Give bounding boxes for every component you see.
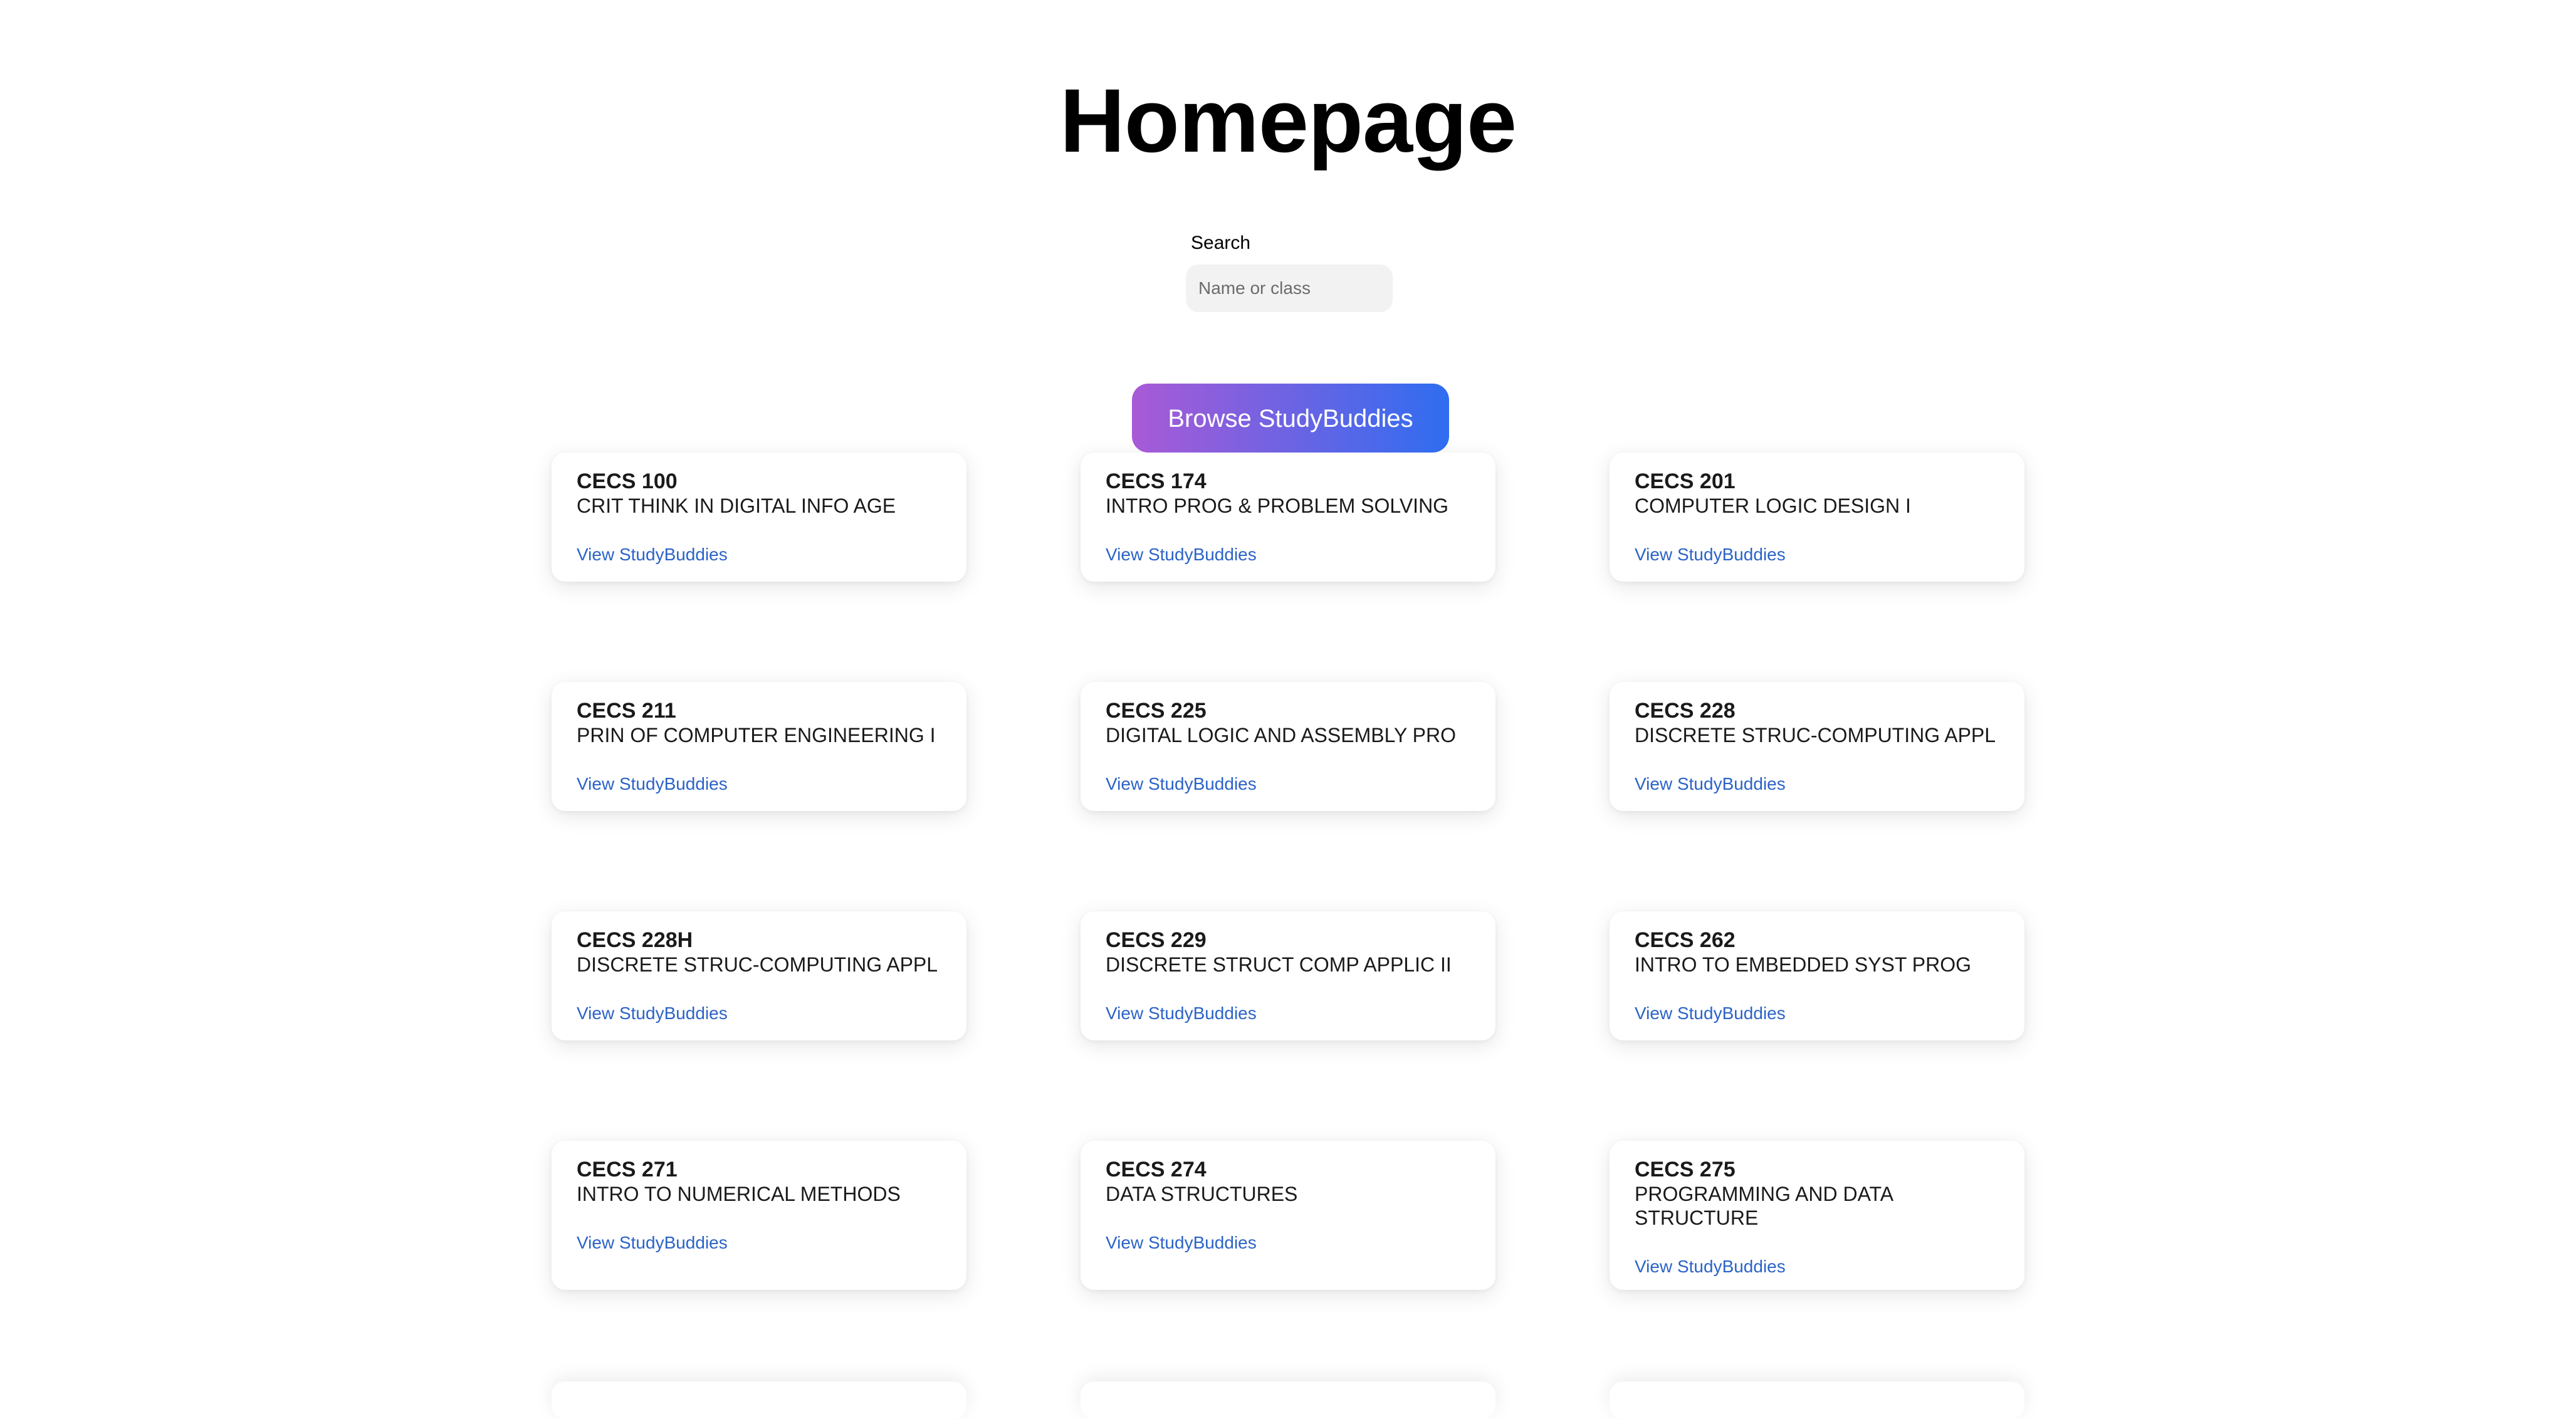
view-studybuddies-link[interactable]: View StudyBuddies <box>1635 1256 1786 1277</box>
course-name: PRIN OF COMPUTER ENGINEERING I <box>577 724 936 746</box>
course-name: INTRO PROG & PROBLEM SOLVING <box>1106 495 1449 517</box>
course-name: DATA STRUCTURES <box>1106 1183 1298 1205</box>
course-card: CECS 262 INTRO TO EMBEDDED SYST PROG Vie… <box>1610 911 2024 1040</box>
view-studybuddies-link[interactable]: View StudyBuddies <box>1635 1003 1786 1024</box>
view-studybuddies-link[interactable]: View StudyBuddies <box>1106 1003 1257 1024</box>
course-code: CECS 201 <box>1635 469 1736 493</box>
course-card: CECS 274 DATA STRUCTURES View StudyBuddi… <box>1081 1141 1495 1290</box>
browse-studybuddies-button[interactable]: Browse StudyBuddies <box>1132 384 1449 453</box>
course-card-partial <box>1610 1381 2024 1419</box>
course-card: CECS 271 INTRO TO NUMERICAL METHODS View… <box>552 1141 966 1290</box>
course-code: CECS 275 <box>1635 1158 1736 1181</box>
course-name: DISCRETE STRUC-COMPUTING APPL <box>1635 724 1996 746</box>
course-card: CECS 228H DISCRETE STRUC-COMPUTING APPL … <box>552 911 966 1040</box>
course-name: DISCRETE STRUCT COMP APPLIC II <box>1106 953 1452 976</box>
course-name: INTRO TO EMBEDDED SYST PROG <box>1635 953 1971 976</box>
course-card: CECS 174 INTRO PROG & PROBLEM SOLVING Vi… <box>1081 453 1495 582</box>
course-name: DISCRETE STRUC-COMPUTING APPL <box>577 953 938 976</box>
view-studybuddies-link[interactable]: View StudyBuddies <box>577 773 728 795</box>
course-code: CECS 100 <box>577 469 678 493</box>
view-studybuddies-link[interactable]: View StudyBuddies <box>1106 1232 1257 1254</box>
search-label: Search <box>1191 233 1251 253</box>
course-code: CECS 225 <box>1106 699 1207 723</box>
course-card: CECS 275 PROGRAMMING AND DATA STRUCTURE … <box>1610 1141 2024 1290</box>
course-code: CECS 211 <box>577 699 676 723</box>
course-code: CECS 262 <box>1635 928 1736 952</box>
course-code: CECS 174 <box>1106 469 1207 493</box>
course-name: COMPUTER LOGIC DESIGN I <box>1635 495 1911 517</box>
partially-visible-card-row <box>552 1381 2024 1419</box>
course-card: CECS 229 DISCRETE STRUCT COMP APPLIC II … <box>1081 911 1495 1040</box>
search-input[interactable] <box>1186 264 1393 312</box>
course-name: DIGITAL LOGIC AND ASSEMBLY PRO <box>1106 724 1456 746</box>
view-studybuddies-link[interactable]: View StudyBuddies <box>1106 773 1257 795</box>
course-name: PROGRAMMING AND DATA STRUCTURE <box>1635 1183 1893 1229</box>
course-grid: CECS 100 CRIT THINK IN DIGITAL INFO AGE … <box>552 453 2024 1290</box>
course-code: CECS 229 <box>1106 928 1207 952</box>
view-studybuddies-link[interactable]: View StudyBuddies <box>1106 544 1257 565</box>
view-studybuddies-link[interactable]: View StudyBuddies <box>1635 773 1786 795</box>
course-card: CECS 225 DIGITAL LOGIC AND ASSEMBLY PRO … <box>1081 682 1495 811</box>
course-card: CECS 201 COMPUTER LOGIC DESIGN I View St… <box>1610 453 2024 582</box>
course-card: CECS 211 PRIN OF COMPUTER ENGINEERING I … <box>552 682 966 811</box>
course-code: CECS 271 <box>577 1158 678 1181</box>
view-studybuddies-link[interactable]: View StudyBuddies <box>577 1232 728 1254</box>
course-card-partial <box>552 1381 966 1419</box>
search-section: Search <box>1186 231 1399 312</box>
view-studybuddies-link[interactable]: View StudyBuddies <box>577 1003 728 1024</box>
course-card: CECS 100 CRIT THINK IN DIGITAL INFO AGE … <box>552 453 966 582</box>
course-card: CECS 228 DISCRETE STRUC-COMPUTING APPL V… <box>1610 682 2024 811</box>
course-name: CRIT THINK IN DIGITAL INFO AGE <box>577 495 896 517</box>
course-name: INTRO TO NUMERICAL METHODS <box>577 1183 901 1205</box>
page-title: Homepage <box>1059 70 1517 171</box>
course-code: CECS 274 <box>1106 1158 1207 1181</box>
course-card-partial <box>1081 1381 1495 1419</box>
course-code: CECS 228 <box>1635 699 1736 723</box>
view-studybuddies-link[interactable]: View StudyBuddies <box>577 544 728 565</box>
course-code: CECS 228H <box>577 928 693 952</box>
view-studybuddies-link[interactable]: View StudyBuddies <box>1635 544 1786 565</box>
